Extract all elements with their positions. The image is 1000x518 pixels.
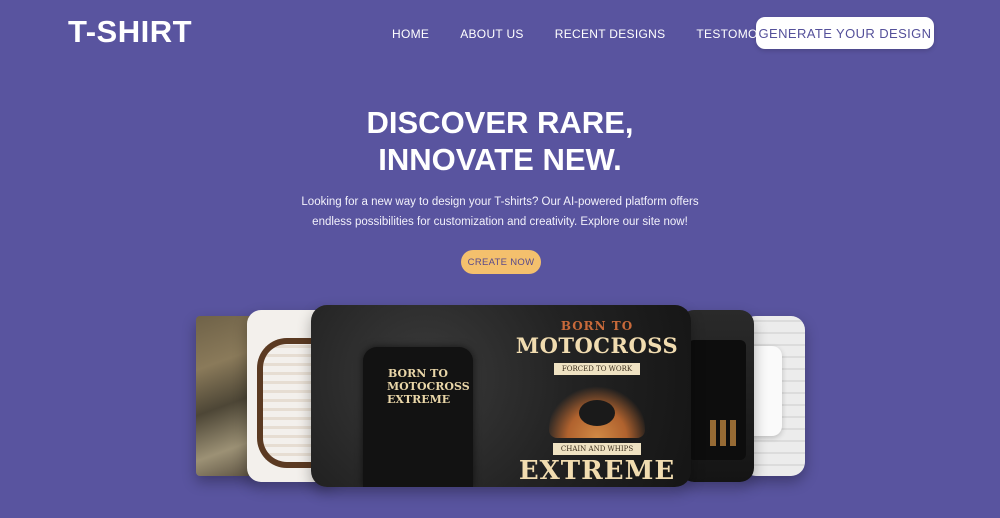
artwork-banner2: CHAIN AND WHIPS bbox=[552, 443, 642, 455]
hero-heading-line2: INNOVATE NEW. bbox=[378, 142, 622, 177]
nav-item-home[interactable]: HOME bbox=[392, 27, 429, 41]
hero-heading: DISCOVER RARE, INNOVATE NEW. bbox=[0, 104, 1000, 178]
hero-subtitle: Looking for a new way to design your T-s… bbox=[301, 196, 699, 228]
shirt-print-graphic bbox=[710, 420, 740, 446]
artwork-banner1: FORCED TO WORK bbox=[553, 363, 641, 375]
motocross-artwork: BORN TO MOTOCROSS FORCED TO WORK CHAIN A… bbox=[509, 319, 685, 486]
artwork-line1: BORN TO bbox=[560, 319, 634, 333]
generate-design-button[interactable]: GENERATE YOUR DESIGN bbox=[756, 17, 934, 49]
hero-heading-line1: DISCOVER RARE, bbox=[366, 105, 634, 140]
create-now-button[interactable]: CREATE NOW bbox=[461, 250, 541, 274]
gallery-card-5[interactable] bbox=[680, 310, 754, 482]
artwork-line2: MOTOCROSS bbox=[515, 333, 679, 358]
motocross-bike-icon bbox=[549, 382, 645, 438]
shirt-print-text: BORN TO MOTOCROSS EXTREME bbox=[387, 367, 470, 406]
site-logo[interactable]: T-SHIRT bbox=[68, 14, 192, 50]
featured-tshirt-image: BORN TO MOTOCROSS EXTREME bbox=[363, 347, 473, 487]
artwork-line3: EXTREME bbox=[518, 456, 676, 486]
nav-item-about-us[interactable]: ABOUT US bbox=[460, 27, 524, 41]
gallery-card-featured[interactable]: BORN TO MOTOCROSS EXTREME BORN TO MOTOCR… bbox=[311, 305, 691, 487]
main-nav: HOME ABOUT US RECENT DESIGNS TESTOMONAIL bbox=[392, 27, 786, 41]
nav-item-recent-designs[interactable]: RECENT DESIGNS bbox=[555, 27, 666, 41]
